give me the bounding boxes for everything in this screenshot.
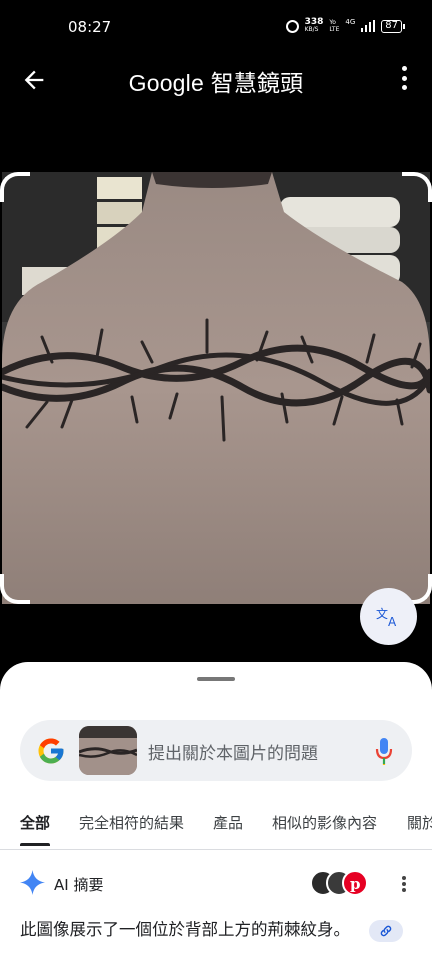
status-time: 08:27 — [68, 18, 112, 36]
source-avatars[interactable]: p — [310, 870, 370, 896]
more-options-icon[interactable] — [400, 66, 408, 90]
volte-bottom: LTE — [329, 26, 340, 33]
summary-next-line-fragment — [20, 954, 360, 960]
tab-about[interactable]: 關於 — [407, 812, 432, 833]
search-placeholder: 提出關於本圖片的問題 — [148, 744, 318, 764]
app-bar: Google 智慧鏡頭 — [0, 56, 432, 104]
volte-top: Yo — [329, 19, 336, 26]
sheet-drag-handle[interactable] — [197, 677, 235, 681]
tab-exact-matches[interactable]: 完全相符的結果 — [79, 812, 184, 833]
gemini-sparkle-icon — [20, 870, 45, 895]
net-speed-value: 338 — [304, 17, 324, 27]
link-icon — [380, 925, 392, 937]
ai-overview-summary: 此圖像展示了一個位於背部上方的荊棘紋身。 — [20, 920, 350, 939]
search-image-thumbnail[interactable] — [79, 726, 137, 775]
net-speed: 338 KB/S — [305, 18, 324, 34]
translate-icon: 文 A — [376, 606, 397, 628]
svg-text:p: p — [350, 875, 361, 893]
ai-overview-more-icon[interactable] — [402, 876, 406, 892]
title-brand: Google — [128, 70, 204, 96]
crop-handle-top-left[interactable] — [0, 172, 30, 202]
signal-icon — [361, 20, 376, 32]
search-input[interactable]: 提出關於本圖片的問題 — [20, 720, 412, 781]
source-link-button[interactable] — [369, 920, 403, 942]
active-tab-indicator — [20, 843, 50, 846]
ai-overview-label: AI 摘要 — [54, 876, 104, 894]
pinterest-icon: p — [342, 870, 368, 896]
results-sheet: 提出關於本圖片的問題 全部 完全相符的結果 產品 相似的影像內容 關於 AI 摘… — [0, 662, 432, 960]
volte-indicator: Yo LTE — [329, 19, 339, 33]
svg-text:A: A — [388, 615, 397, 628]
microphone-icon[interactable] — [374, 736, 394, 766]
tab-visual-matches[interactable]: 相似的影像內容 — [272, 812, 377, 833]
lens-photo[interactable] — [2, 172, 430, 604]
google-g-icon — [38, 738, 64, 764]
result-tabs: 全部 完全相符的結果 產品 相似的影像內容 關於 — [0, 808, 432, 850]
ai-overview-header: AI 摘要 p — [0, 866, 432, 902]
page-title: Google 智慧鏡頭 — [0, 64, 432, 98]
svg-text:文: 文 — [376, 606, 388, 621]
net-speed-unit: KB/S — [304, 26, 319, 33]
title-product: 智慧鏡頭 — [210, 70, 304, 96]
status-bar: 08:27 338 KB/S Yo LTE 4G 87 — [0, 0, 432, 56]
alarm-icon — [285, 19, 299, 33]
translate-button[interactable]: 文 A — [360, 588, 417, 645]
tab-all[interactable]: 全部 — [20, 812, 50, 833]
network-type: 4G — [345, 18, 356, 26]
tattoo-photo — [2, 172, 430, 604]
battery-icon: 87 — [381, 19, 405, 33]
tab-products[interactable]: 產品 — [213, 812, 243, 833]
status-icons: 338 KB/S Yo LTE 4G 87 — [285, 18, 405, 34]
